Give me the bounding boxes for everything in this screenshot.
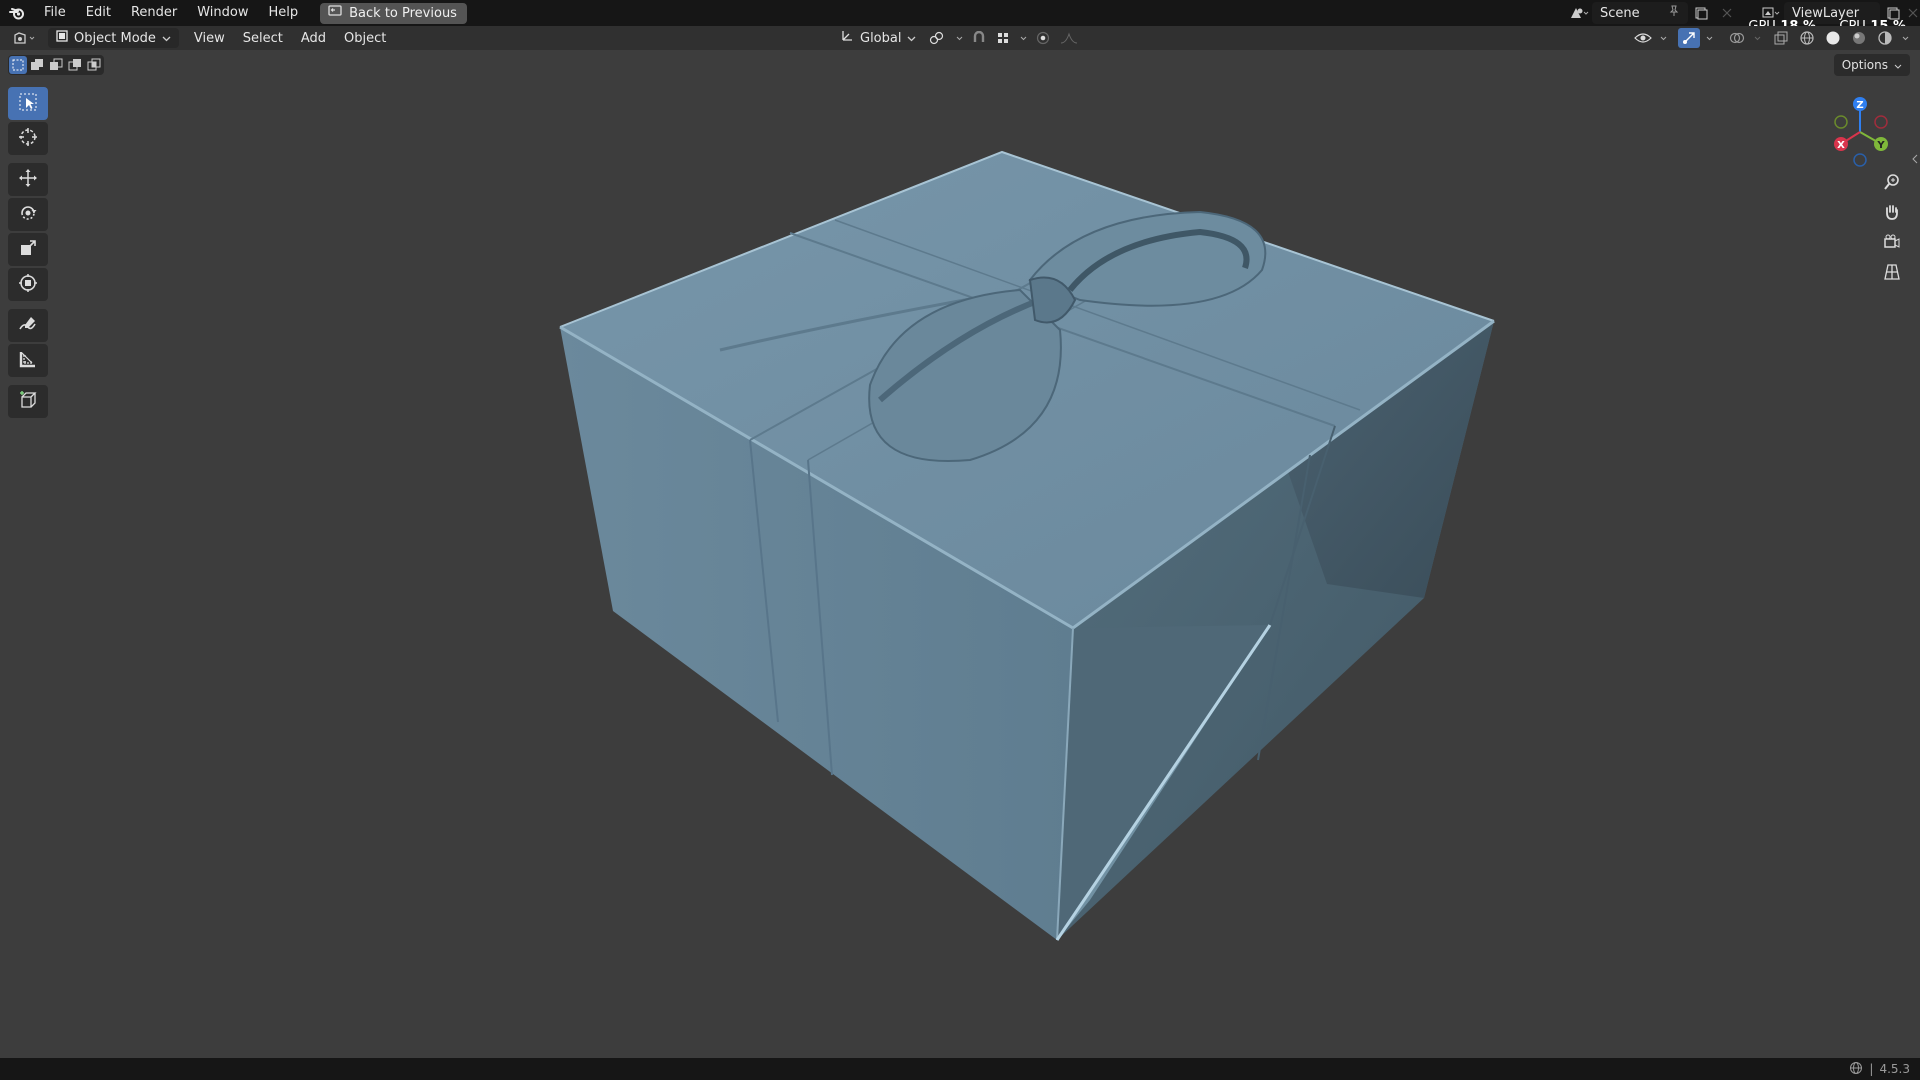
menu-window[interactable]: Window bbox=[187, 0, 258, 26]
annotate-tool[interactable] bbox=[8, 309, 48, 342]
status-bar: | 4.5.3 bbox=[0, 1058, 1920, 1080]
select-subtract-icon[interactable] bbox=[47, 56, 65, 74]
gizmo-z-label: Z bbox=[1856, 100, 1863, 111]
select-intersect-icon[interactable] bbox=[85, 56, 103, 74]
transform-orientation-dropdown[interactable]: Global bbox=[836, 28, 920, 48]
transform-tools: Global bbox=[836, 28, 1080, 48]
select-box-icon bbox=[18, 92, 38, 116]
select-new-icon[interactable] bbox=[9, 56, 27, 74]
scene-name-field[interactable]: Scene bbox=[1592, 2, 1688, 24]
rendered-shading-icon[interactable] bbox=[1874, 28, 1896, 48]
solid-shading-icon[interactable] bbox=[1822, 28, 1844, 48]
mode-dropdown[interactable]: Object Mode bbox=[48, 28, 179, 48]
select-extend-icon[interactable] bbox=[28, 56, 46, 74]
gizmo-toggle-icon[interactable] bbox=[1678, 28, 1700, 48]
mode-label: Object Mode bbox=[74, 30, 156, 46]
material-preview-shading-icon[interactable] bbox=[1848, 28, 1870, 48]
chevron-down-icon[interactable] bbox=[1752, 28, 1762, 48]
menu-help[interactable]: Help bbox=[259, 0, 309, 26]
new-scene-icon[interactable] bbox=[1688, 2, 1714, 24]
pan-hand-icon[interactable] bbox=[1878, 198, 1906, 226]
scale-tool[interactable] bbox=[8, 233, 48, 266]
move-tool[interactable] bbox=[8, 163, 48, 196]
menu-select[interactable]: Select bbox=[234, 31, 292, 46]
menu-add[interactable]: Add bbox=[292, 31, 335, 46]
sidebar-toggle-icon[interactable] bbox=[1910, 150, 1920, 168]
gizmo-x-label: X bbox=[1837, 140, 1845, 151]
measure-ruler-icon bbox=[18, 349, 38, 373]
select-box-tool[interactable] bbox=[8, 87, 48, 120]
falloff-curve-icon[interactable] bbox=[1058, 28, 1080, 48]
blender-logo-icon[interactable] bbox=[0, 0, 34, 26]
snap-target-icon[interactable] bbox=[994, 28, 1012, 48]
3d-cursor-icon bbox=[18, 127, 38, 151]
gizmo-y-label: Y bbox=[1876, 140, 1885, 151]
close-view-layer-icon[interactable] bbox=[1906, 2, 1920, 24]
blender-version: 4.5.3 bbox=[1879, 1062, 1910, 1076]
measure-tool[interactable] bbox=[8, 344, 48, 377]
selection-mode-buttons bbox=[8, 55, 104, 75]
top-bar: File Edit Render Window Help Back to Pre… bbox=[0, 0, 1920, 34]
add-cube-icon bbox=[18, 390, 38, 414]
network-globe-icon bbox=[1849, 1061, 1863, 1078]
select-invert-icon[interactable] bbox=[66, 56, 84, 74]
editor-type-icon[interactable] bbox=[10, 28, 42, 48]
screen-back-icon bbox=[328, 5, 342, 21]
visibility-eye-icon[interactable] bbox=[1632, 28, 1654, 48]
menu-render[interactable]: Render bbox=[121, 0, 187, 26]
scene-type-icon[interactable] bbox=[1566, 2, 1592, 24]
chevron-down-icon bbox=[1894, 58, 1902, 72]
annotate-pencil-icon bbox=[18, 314, 38, 338]
chevron-down-icon bbox=[162, 31, 171, 46]
chevron-down-icon[interactable] bbox=[1658, 28, 1668, 48]
snap-toggle-icon[interactable] bbox=[970, 28, 988, 48]
transform-tool[interactable] bbox=[8, 268, 48, 301]
viewport-display-tools bbox=[1632, 28, 1910, 48]
tool-shelf bbox=[8, 87, 48, 420]
version-divider: | bbox=[1869, 1062, 1874, 1076]
zoom-icon[interactable] bbox=[1878, 168, 1906, 196]
pin-icon[interactable] bbox=[1668, 5, 1680, 21]
chevron-down-icon[interactable] bbox=[954, 28, 964, 48]
options-dropdown[interactable]: Options bbox=[1833, 54, 1910, 76]
scene-name: Scene bbox=[1600, 5, 1640, 21]
gift-box-model[interactable] bbox=[0, 50, 1920, 1058]
overlays-icon[interactable] bbox=[1726, 28, 1748, 48]
menu-view[interactable]: View bbox=[185, 31, 234, 46]
back-to-previous-label: Back to Previous bbox=[349, 5, 457, 21]
wireframe-shading-icon[interactable] bbox=[1796, 28, 1818, 48]
move-arrows-icon bbox=[18, 168, 38, 192]
chevron-down-icon[interactable] bbox=[1018, 28, 1028, 48]
chevron-down-icon bbox=[907, 31, 916, 46]
scale-icon bbox=[18, 238, 38, 262]
viewport-nav-buttons bbox=[1878, 168, 1906, 288]
chevron-down-icon[interactable] bbox=[1900, 28, 1910, 48]
perspective-toggle-icon[interactable] bbox=[1878, 258, 1906, 286]
add-cube-tool[interactable] bbox=[8, 385, 48, 418]
navigation-gizmo[interactable]: Z Y X bbox=[1818, 92, 1898, 172]
menu-edit[interactable]: Edit bbox=[76, 0, 121, 26]
rotate-tool[interactable] bbox=[8, 198, 48, 231]
xray-toggle-icon[interactable] bbox=[1770, 28, 1792, 48]
viewport-header: Object Mode View Select Add Object Globa… bbox=[0, 26, 1920, 50]
back-to-previous-button[interactable]: Back to Previous bbox=[320, 2, 467, 24]
3d-viewport[interactable]: Z Y X bbox=[0, 50, 1920, 1058]
transform-icon bbox=[18, 273, 38, 297]
close-scene-icon[interactable] bbox=[1714, 2, 1740, 24]
pivot-point-icon[interactable] bbox=[926, 28, 948, 48]
menu-file[interactable]: File bbox=[34, 0, 76, 26]
rotate-icon bbox=[18, 203, 38, 227]
camera-view-icon[interactable] bbox=[1878, 228, 1906, 256]
cursor-tool[interactable] bbox=[8, 122, 48, 155]
chevron-down-icon[interactable] bbox=[1704, 28, 1714, 48]
menu-object[interactable]: Object bbox=[335, 31, 395, 46]
options-label: Options bbox=[1841, 58, 1888, 72]
proportional-editing-icon[interactable] bbox=[1034, 28, 1052, 48]
orientation-icon bbox=[840, 29, 854, 47]
object-mode-icon bbox=[56, 30, 68, 46]
scene-selector: Scene bbox=[1566, 2, 1740, 24]
orientation-label: Global bbox=[860, 30, 902, 46]
